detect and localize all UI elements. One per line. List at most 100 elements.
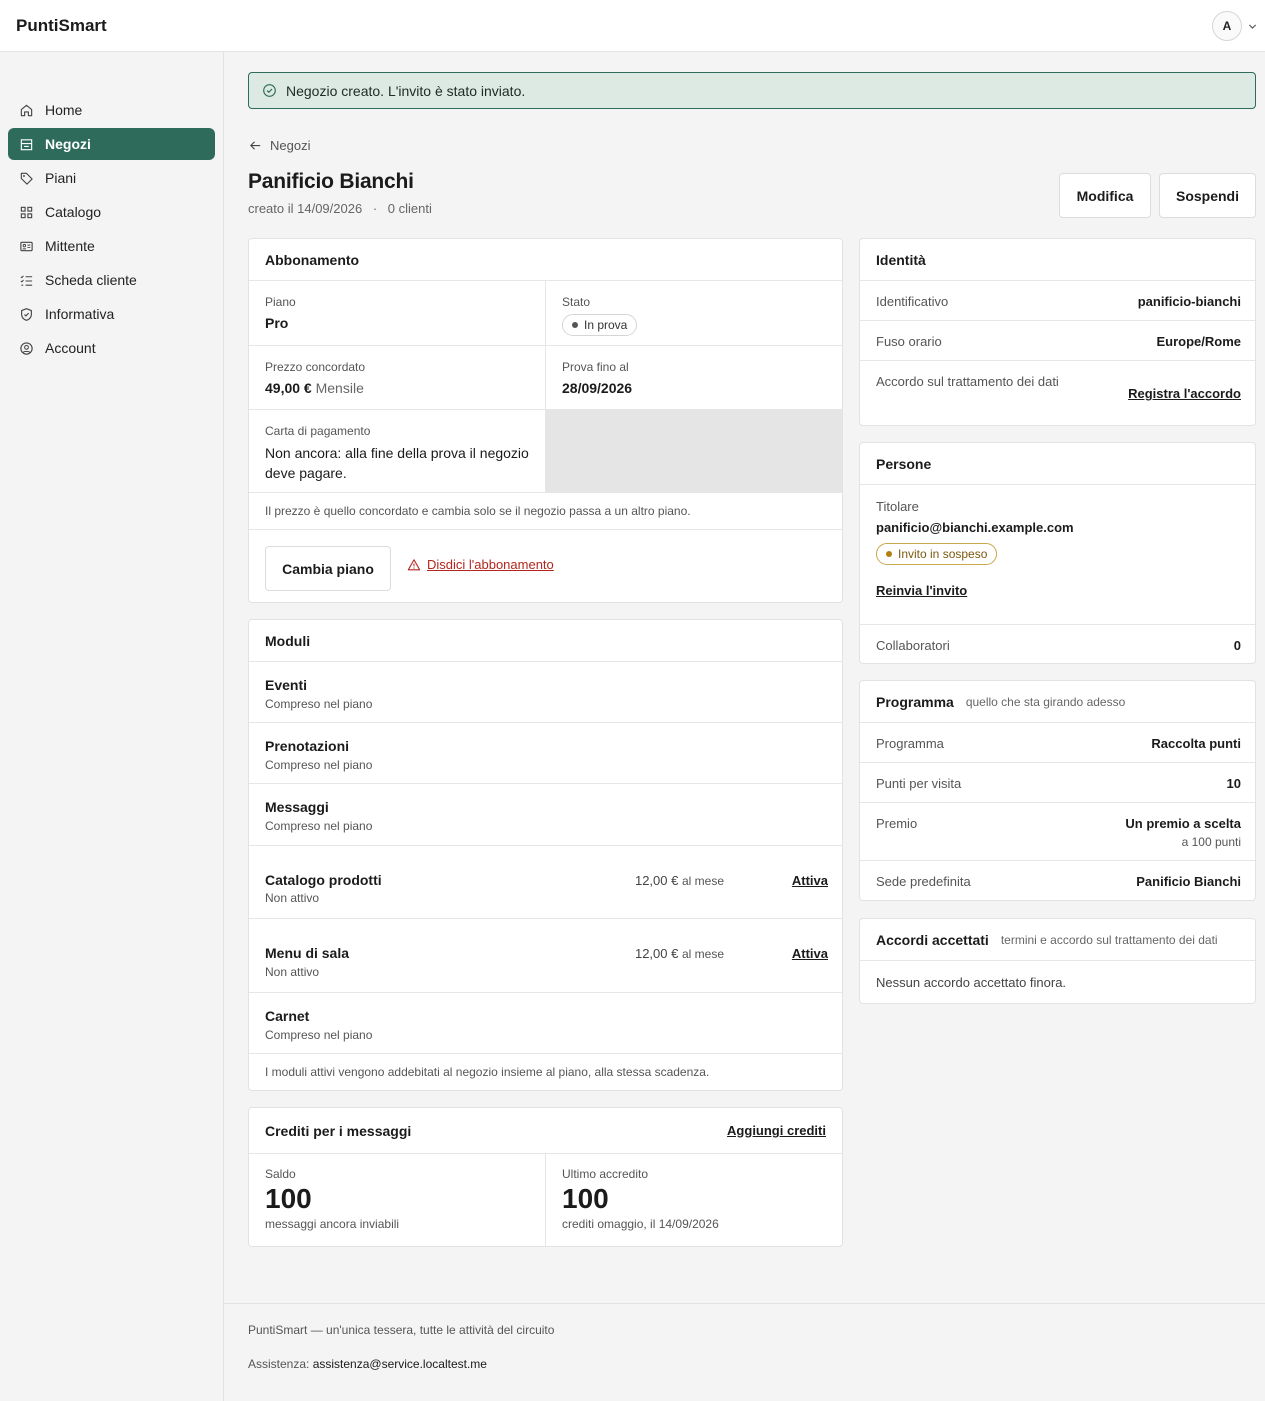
- balance-label: Saldo: [265, 1167, 296, 1181]
- dpa-label: Accordo sul trattamento dei dati: [876, 374, 1059, 389]
- sidebar-item-catalogo[interactable]: Catalogo: [8, 196, 215, 228]
- module-status: Compreso nel piano: [265, 1028, 373, 1042]
- support-email-link[interactable]: assistenza@service.localtest.me: [313, 1357, 487, 1371]
- module-status: Non attivo: [265, 891, 320, 905]
- card-title: Crediti per i messaggi: [265, 1122, 412, 1139]
- suspend-button[interactable]: Sospendi: [1159, 173, 1256, 218]
- points-row: Punti per visita 10: [860, 763, 1255, 803]
- sidebar-item-label: Account: [45, 340, 96, 356]
- sidebar-item-negozi[interactable]: Negozi: [8, 128, 215, 160]
- cancel-subscription-label: Disdici l'abbonamento: [427, 557, 554, 572]
- account-menu[interactable]: A: [1212, 11, 1257, 41]
- program-type-label: Programma: [876, 736, 944, 751]
- status-badge: In prova: [562, 314, 638, 336]
- card-header: Accordi accettati termini e accordo sul …: [860, 919, 1255, 961]
- support-label: Assistenza:: [248, 1357, 310, 1371]
- module-row: Catalogo prodotti Non attivo 12,00 € al …: [249, 846, 842, 919]
- module-status: Non attivo: [265, 965, 320, 979]
- payment-card-cell: Carta di pagamento Non ancora: alla fine…: [249, 410, 545, 497]
- footer-tagline: PuntiSmart — un'unica tessera, tutte le …: [248, 1323, 555, 1337]
- edit-button[interactable]: Modifica: [1059, 173, 1151, 218]
- list-check-icon: [20, 274, 33, 286]
- arrow-left-icon: [250, 141, 261, 150]
- module-status: Compreso nel piano: [265, 819, 373, 833]
- identity-card: Identità Identificativo panificio-bianch…: [859, 238, 1256, 426]
- sidebar-item-account[interactable]: Account: [8, 332, 215, 364]
- sidebar-item-label: Catalogo: [45, 204, 102, 220]
- avatar[interactable]: A: [1212, 11, 1242, 41]
- divider: [249, 529, 842, 530]
- program-type-row: Programma Raccolta punti: [860, 723, 1255, 763]
- plan-label: Piano: [265, 295, 296, 309]
- sidebar-item-home[interactable]: Home: [8, 94, 215, 126]
- identifier-label: Identificativo: [876, 294, 949, 309]
- reward-label: Premio: [876, 816, 918, 831]
- last-credit-value: 100: [562, 1183, 609, 1214]
- empty-cell: [546, 410, 842, 492]
- created-date: creato il 14/09/2026: [248, 201, 363, 216]
- add-credits-link[interactable]: Aggiungi crediti: [727, 1123, 826, 1138]
- program-card: Programma quello che sta girando adesso …: [859, 680, 1256, 901]
- card-title: Persone: [860, 443, 1255, 485]
- activate-module-link[interactable]: Attiva: [792, 873, 828, 888]
- module-price: 12,00 € al mese: [635, 873, 724, 888]
- card-title: Identità: [860, 239, 1255, 281]
- back-link-label: Negozi: [270, 138, 311, 153]
- default-site-value: Panificio Bianchi: [1136, 874, 1241, 889]
- module-name: Eventi: [265, 677, 308, 693]
- module-status: Compreso nel piano: [265, 697, 373, 711]
- module-price-value: 12,00 €: [634, 873, 679, 888]
- status-dot-icon: [572, 322, 578, 328]
- collaborators-row: Collaboratori 0: [860, 625, 1255, 663]
- last-credit-label: Ultimo accredito: [562, 1167, 649, 1181]
- module-name: Catalogo prodotti: [265, 872, 382, 888]
- default-site-label: Sede predefinita: [876, 874, 971, 889]
- status-dot-icon: [886, 551, 892, 557]
- module-name: Messaggi: [265, 799, 329, 815]
- sidebar-item-scheda-cliente[interactable]: Scheda cliente: [8, 264, 215, 296]
- reward-sub: a 100 punti: [1181, 835, 1241, 849]
- footer: PuntiSmart — un'unica tessera, tutte le …: [224, 1303, 1265, 1401]
- grid-icon: [20, 206, 33, 218]
- status-badge-text: In prova: [584, 318, 628, 332]
- dpa-row: Accordo sul trattamento dei dati Registr…: [860, 361, 1255, 425]
- back-link[interactable]: Negozi: [248, 138, 310, 153]
- footer-support: Assistenza: assistenza@service.localtest…: [248, 1357, 487, 1371]
- sidebar-nav: Home Negozi Piani Catalogo Mittente Sche…: [8, 94, 215, 366]
- register-agreement-link[interactable]: Registra l'accordo: [1128, 386, 1241, 401]
- module-row: Eventi Compreso nel piano: [249, 662, 842, 723]
- trial-label: Prova fino al: [562, 360, 629, 374]
- sidebar-item-label: Informativa: [45, 306, 115, 322]
- resend-invite-link[interactable]: Reinvia l'invito: [876, 583, 1074, 598]
- price-period: Mensile: [315, 380, 364, 396]
- card-label: Carta di pagamento: [265, 424, 371, 438]
- timezone-row: Fuso orario Europe/Rome: [860, 321, 1255, 361]
- app-brand[interactable]: PuntiSmart: [16, 16, 107, 36]
- card-title: Abbonamento: [249, 239, 842, 281]
- page-subtitle: creato il 14/09/2026 · 0 clienti: [248, 201, 432, 216]
- invite-status-text: Invito in sospeso: [898, 547, 988, 561]
- page-title: Panificio Bianchi: [248, 170, 414, 193]
- change-plan-button[interactable]: Cambia piano: [265, 546, 391, 591]
- sidebar-item-informativa[interactable]: Informativa: [8, 298, 215, 330]
- module-row: Prenotazioni Compreso nel piano: [249, 723, 842, 784]
- points-label: Punti per visita: [876, 776, 962, 791]
- module-name: Menu di sala: [265, 945, 350, 961]
- card-header: Programma quello che sta girando adesso: [860, 681, 1255, 723]
- cancel-subscription-link[interactable]: Disdici l'abbonamento: [407, 557, 554, 572]
- sidebar-item-mittente[interactable]: Mittente: [8, 230, 215, 262]
- shield-check-icon: [21, 307, 32, 321]
- last-credit-sub: crediti omaggio, il 14/09/2026: [562, 1217, 719, 1231]
- owner-block: Titolare panificio@bianchi.example.com I…: [876, 499, 1074, 598]
- module-status: Compreso nel piano: [265, 758, 373, 772]
- activate-module-link[interactable]: Attiva: [792, 946, 828, 961]
- price-value: 49,00 €: [265, 380, 312, 396]
- sidebar-item-label: Piani: [45, 170, 77, 186]
- warning-icon: [407, 558, 421, 570]
- sidebar-item-label: Home: [45, 102, 83, 118]
- card-hint: quello che sta girando adesso: [965, 694, 1126, 709]
- default-site-row: Sede predefinita Panificio Bianchi: [860, 861, 1255, 900]
- meta-separator: ·: [372, 201, 378, 216]
- price-note: Il prezzo è quello concordato e cambia s…: [265, 504, 691, 518]
- sidebar-item-piani[interactable]: Piani: [8, 162, 215, 194]
